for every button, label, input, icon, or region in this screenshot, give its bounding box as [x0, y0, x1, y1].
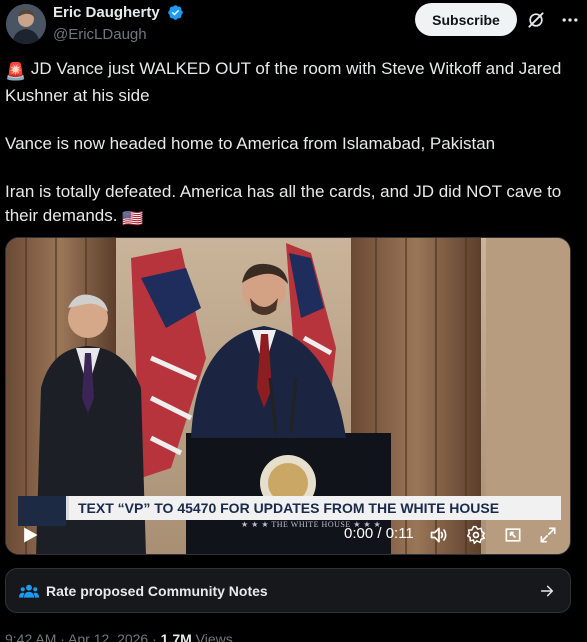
meta-separator-2: ·: [148, 631, 161, 642]
video-player[interactable]: TEXT “VP” TO 45470 FOR UPDATES FROM THE …: [5, 237, 571, 555]
siren-emoji: 🚨: [5, 62, 27, 81]
tweet-line-2: Vance is now headed home to America from…: [5, 134, 496, 153]
community-notes-icon: [19, 584, 39, 598]
author-names: Eric Daugherty @EricLDaugh: [53, 4, 184, 43]
arrow-right-icon: [540, 585, 554, 597]
tweet-line-3: Iran is totally defeated. America has al…: [5, 182, 562, 225]
video-controls: 0:00 / 0:11: [6, 516, 570, 554]
settings-icon[interactable]: [466, 525, 486, 545]
author-handle[interactable]: @EricLDaugh: [53, 26, 184, 43]
avatar[interactable]: [6, 4, 46, 44]
tweet-header: Eric Daugherty @EricLDaugh Subscribe: [6, 2, 581, 46]
volume-icon[interactable]: [429, 525, 449, 545]
picture-in-picture-icon[interactable]: [503, 525, 523, 545]
views-label: Views: [191, 631, 233, 642]
tweet-paragraph-3: Iran is totally defeated. America has al…: [5, 180, 583, 231]
play-icon[interactable]: [20, 525, 40, 545]
fullscreen-icon[interactable]: [538, 525, 558, 545]
community-notes-label: Rate proposed Community Notes: [46, 583, 268, 599]
tweet-date[interactable]: Apr 12, 2026: [68, 631, 148, 642]
video-time: 0:00 / 0:11: [344, 525, 414, 542]
verified-badge-icon: [168, 5, 183, 21]
meta-separator: ·: [56, 631, 69, 642]
subscribe-button[interactable]: Subscribe: [415, 3, 517, 36]
tweet-paragraph-1: 🚨 JD Vance just WALKED OUT of the room w…: [5, 57, 583, 108]
tweet-line-1: JD Vance just WALKED OUT of the room wit…: [5, 59, 562, 105]
tweet-text: 🚨 JD Vance just WALKED OUT of the room w…: [5, 57, 583, 231]
author-display-name[interactable]: Eric Daugherty: [53, 4, 160, 21]
grok-icon[interactable]: [526, 10, 546, 30]
more-options-icon[interactable]: [559, 10, 581, 30]
tweet-time[interactable]: 9:42 AM: [5, 631, 56, 642]
views-count: 1.7M: [160, 631, 192, 642]
tweet-meta: 9:42 AM · Apr 12, 2026 · 1.7M Views: [5, 631, 233, 642]
us-flag-emoji: 🇺🇸: [122, 209, 144, 228]
tweet-paragraph-2: Vance is now headed home to America from…: [5, 132, 583, 156]
community-notes-prompt[interactable]: Rate proposed Community Notes: [5, 568, 571, 613]
